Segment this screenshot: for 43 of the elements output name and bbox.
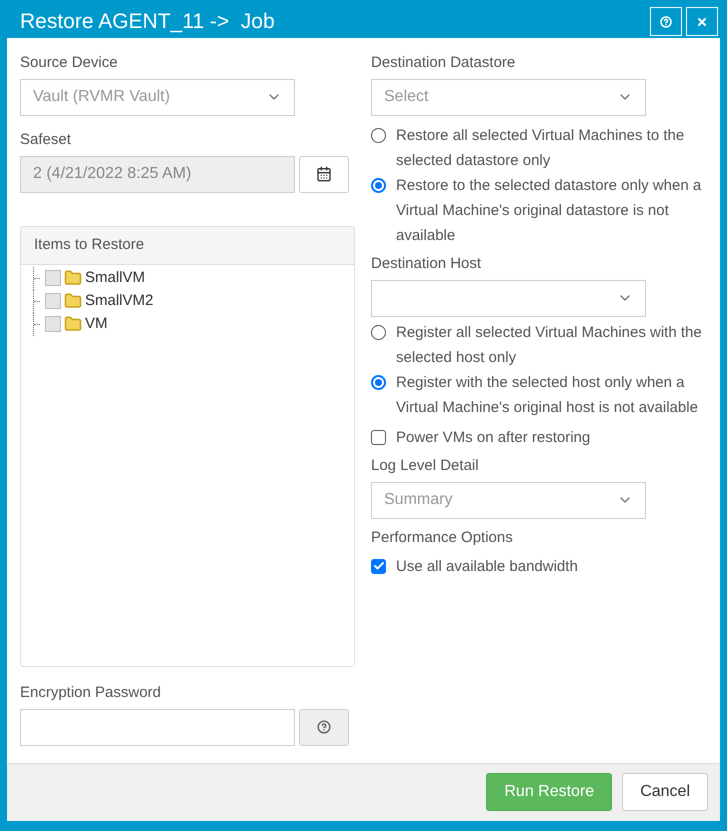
window-title: Restore AGENT_11 -> Job (20, 9, 275, 35)
radio-button[interactable] (371, 178, 386, 192)
field-label: Source Device (20, 52, 119, 72)
checkbox[interactable] (371, 430, 386, 444)
field-label: Destination Datastore (371, 52, 516, 72)
folder-icon (64, 292, 82, 310)
tree-item-label[interactable]: SmallVM (85, 266, 146, 290)
field-label: Encryption Password (20, 682, 162, 702)
radio-button[interactable] (371, 128, 386, 142)
datastore-select[interactable]: Select (371, 78, 646, 116)
radio-button[interactable] (371, 324, 386, 340)
run-restore-button[interactable]: Run Restore (486, 773, 612, 811)
close-button[interactable] (686, 7, 718, 36)
checkbox-label: Use all available bandwidth (396, 556, 578, 576)
checkbox-label: Power VMs on after restoring (396, 428, 590, 448)
radio-label: Register all selected Virtual Machines with the selected host only (396, 322, 703, 368)
checkbox[interactable] (371, 558, 386, 574)
tree-checkbox[interactable] (45, 316, 61, 332)
source-device-select[interactable]: Vault (RVMR Vault) (20, 78, 295, 116)
field-label: Log Level Detail (371, 456, 480, 476)
log-level-select[interactable]: Summary (371, 482, 646, 518)
folder-icon (64, 269, 82, 287)
cancel-button[interactable]: Cancel (622, 773, 708, 811)
calendar-button[interactable] (299, 156, 349, 192)
field-label: Destination Host (371, 254, 482, 274)
radio-button[interactable] (371, 374, 386, 390)
tree-item-label[interactable]: VM (85, 312, 108, 336)
close-icon (696, 16, 708, 28)
field-label: Safeset (20, 130, 72, 150)
radio-label: Register with the selected host only when a Virtual Machine's original host is not available (396, 372, 699, 418)
password-field[interactable] (20, 708, 295, 746)
calendar-icon (316, 166, 332, 182)
tree-item-label[interactable]: SmallVM2 (85, 290, 154, 312)
panel-header: Items to Restore (21, 226, 354, 264)
help-icon (317, 720, 331, 734)
field-label: Performance Options (371, 528, 514, 548)
radio-label: Restore to the selected datastore only when a Virtual Machine's original datastore is not available (396, 176, 702, 246)
help-button[interactable] (299, 708, 349, 746)
radio-label: Restore all selected Virtual Machines to the selected datastore only (396, 126, 686, 170)
tree-checkbox[interactable] (45, 270, 61, 286)
tree-checkbox[interactable] (45, 293, 61, 309)
help-icon (660, 16, 672, 28)
folder-icon (64, 315, 82, 333)
